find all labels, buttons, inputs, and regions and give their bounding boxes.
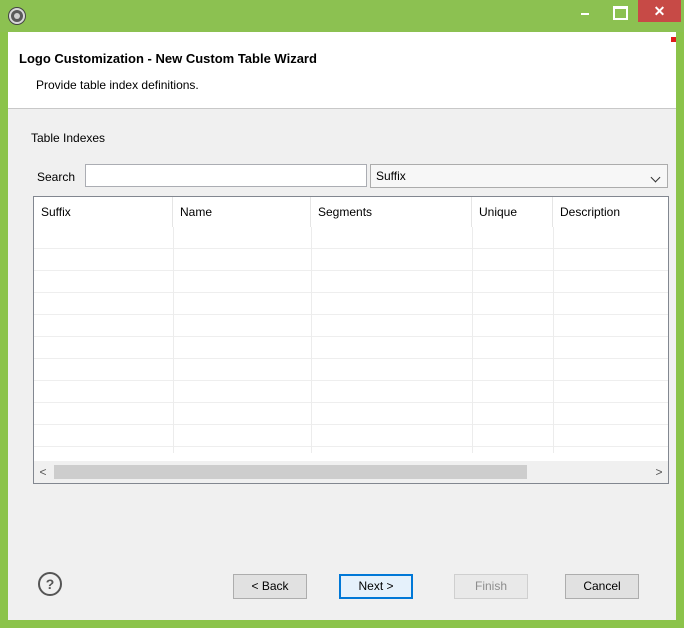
search-label: Search (37, 170, 76, 184)
table-row[interactable] (34, 271, 668, 293)
table-row[interactable] (34, 293, 668, 315)
next-button[interactable]: Next > (339, 574, 413, 599)
close-icon[interactable]: ✕ (638, 0, 681, 22)
maximize-icon[interactable] (606, 0, 632, 22)
scroll-right-icon[interactable]: > (650, 461, 668, 483)
error-marker (671, 37, 676, 42)
table-row[interactable] (34, 337, 668, 359)
horizontal-scrollbar[interactable]: < > (34, 461, 668, 483)
wizard-window: ✕ Logo Customization - New Custom Table … (0, 0, 684, 628)
column-divider (472, 227, 473, 453)
search-column-select[interactable]: Suffix (370, 164, 668, 188)
dialog-body: Logo Customization - New Custom Table Wi… (8, 32, 676, 620)
column-header-suffix[interactable]: Suffix (34, 197, 173, 227)
wizard-title: Logo Customization - New Custom Table Wi… (19, 51, 317, 66)
titlebar[interactable]: ✕ (0, 0, 684, 32)
app-icon (9, 8, 25, 24)
section-label: Table Indexes (31, 131, 106, 145)
table-row[interactable] (34, 227, 668, 249)
table-row[interactable] (34, 425, 668, 447)
wizard-header: Logo Customization - New Custom Table Wi… (8, 32, 676, 109)
table-row[interactable] (34, 359, 668, 381)
back-button[interactable]: < Back (233, 574, 307, 599)
scroll-left-icon[interactable]: < (34, 461, 52, 483)
column-header-description[interactable]: Description (553, 197, 668, 227)
select-value: Suffix (376, 169, 406, 183)
column-divider (173, 227, 174, 453)
finish-button[interactable]: Finish (454, 574, 528, 599)
table-row[interactable] (34, 403, 668, 425)
column-header-segments[interactable]: Segments (311, 197, 472, 227)
column-header-unique[interactable]: Unique (472, 197, 553, 227)
column-divider (553, 227, 554, 453)
minimize-icon[interactable] (572, 0, 598, 22)
chevron-down-icon (650, 172, 661, 183)
table-row[interactable] (34, 249, 668, 271)
search-input[interactable] (85, 164, 367, 187)
wizard-description: Provide table index definitions. (36, 78, 199, 92)
table-row[interactable] (34, 315, 668, 337)
cancel-button[interactable]: Cancel (565, 574, 639, 599)
column-header-name[interactable]: Name (173, 197, 311, 227)
scroll-thumb[interactable] (54, 465, 527, 479)
column-divider (311, 227, 312, 453)
index-table[interactable]: Suffix Name Segments Unique Description … (33, 196, 669, 484)
table-row[interactable] (34, 381, 668, 403)
help-icon[interactable]: ? (38, 572, 62, 596)
